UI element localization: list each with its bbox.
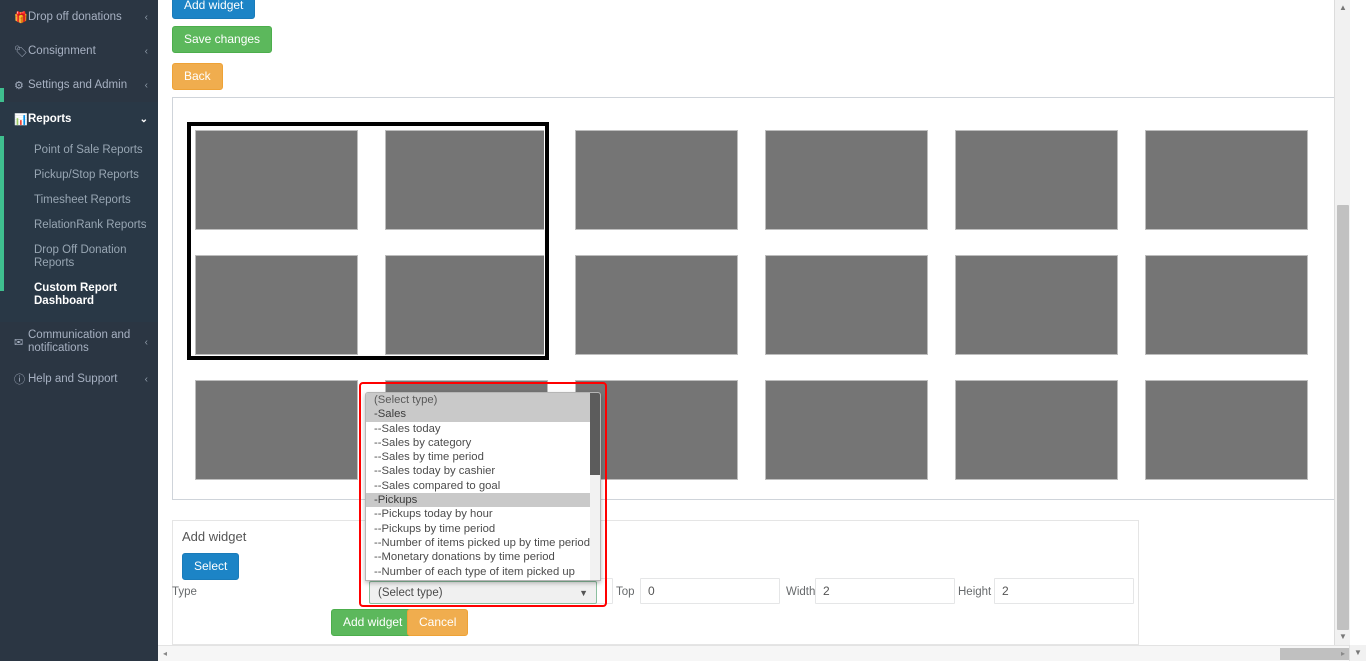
sidebar-navigation: 🎁 Drop off donations ‹ 🏷 Consignment ‹ ⚙… xyxy=(0,0,158,661)
grid-cell[interactable] xyxy=(195,130,358,230)
sidebar-reports-submenu: Point of Sale Reports Pickup/Stop Report… xyxy=(0,136,158,322)
dropdown-option[interactable]: --Sales today xyxy=(366,422,600,436)
grid-cell[interactable] xyxy=(1145,255,1308,355)
vertical-scrollbar[interactable]: ▲ ▼ xyxy=(1334,0,1350,645)
chevron-left-icon: ‹ xyxy=(144,336,148,348)
sidebar-item-drop-off-donations[interactable]: 🎁 Drop off donations ‹ xyxy=(0,0,158,34)
sidebar-item-help-and-support[interactable]: ⓘ Help and Support ‹ xyxy=(0,362,158,396)
sidebar-item-reports[interactable]: 📊 Reports ⌄ xyxy=(0,102,158,136)
top-field-label: Top xyxy=(616,586,635,598)
sidebar-item-label: Communication and notifications xyxy=(28,329,131,354)
sidebar-item-label: Consignment xyxy=(28,45,96,57)
scroll-left-arrow-icon[interactable]: ◂ xyxy=(158,646,172,661)
back-button[interactable]: Back xyxy=(172,63,223,90)
add-widget-form-title: Add widget xyxy=(182,529,247,544)
sidebar-item-relationrank-reports[interactable]: RelationRank Reports xyxy=(0,213,158,238)
grid-cell[interactable] xyxy=(765,130,928,230)
dropdown-option[interactable]: --Sales compared to goal xyxy=(366,479,600,493)
dropdown-option[interactable]: --Pickups today by hour xyxy=(366,507,600,521)
question-circle-icon: ⓘ xyxy=(14,374,25,386)
widget-type-select-value: (Select type) xyxy=(378,586,443,599)
widget-layout-grid-panel xyxy=(172,97,1338,500)
save-changes-button[interactable]: Save changes xyxy=(172,26,273,53)
width-input[interactable] xyxy=(815,578,955,604)
grid-cell[interactable] xyxy=(385,130,548,230)
sidebar-item-drop-off-donation-reports[interactable]: Drop Off Donation Reports xyxy=(0,238,158,276)
widget-grid xyxy=(173,98,1337,499)
main-content: Add widget Save changes Back Add widget … xyxy=(158,0,1350,645)
dropdown-scrollbar-thumb[interactable] xyxy=(590,393,600,475)
height-field-label: Height xyxy=(958,586,992,598)
chevron-left-icon: ‹ xyxy=(144,11,148,23)
top-input[interactable] xyxy=(640,578,780,604)
sidebar-item-timesheet-reports[interactable]: Timesheet Reports xyxy=(0,188,158,213)
sidebar-item-point-of-sale-reports[interactable]: Point of Sale Reports xyxy=(0,138,158,163)
scroll-down-arrow-icon[interactable]: ▼ xyxy=(1335,629,1350,645)
sidebar-item-settings-and-admin[interactable]: ⚙ Settings and Admin ‹ xyxy=(0,68,158,102)
sidebar-item-consignment[interactable]: 🏷 Consignment ‹ xyxy=(0,34,158,68)
grid-cell[interactable] xyxy=(575,130,738,230)
horizontal-scrollbar[interactable]: ◂ ▸ ▼ xyxy=(158,645,1366,661)
application-window: 🎁 Drop off donations ‹ 🏷 Consignment ‹ ⚙… xyxy=(0,0,1366,661)
chevron-left-icon: ‹ xyxy=(144,79,148,91)
grid-cell[interactable] xyxy=(385,255,548,355)
add-widget-button-submit[interactable]: Add widget xyxy=(331,609,415,636)
dropdown-option[interactable]: (Select type) xyxy=(366,393,600,408)
widget-type-select[interactable]: (Select type) ▼ xyxy=(369,581,597,604)
sidebar-item-label: Drop off donations xyxy=(28,11,122,23)
dropdown-option[interactable]: --Number of each type of item picked up xyxy=(366,565,600,579)
chevron-down-icon: ⌄ xyxy=(139,113,148,125)
vertical-scrollbar-thumb[interactable] xyxy=(1337,205,1349,630)
dropdown-option[interactable]: --Number of items picked up by time peri… xyxy=(366,536,600,550)
select-button[interactable]: Select xyxy=(182,553,240,580)
grid-cell[interactable] xyxy=(765,255,928,355)
grid-cell[interactable] xyxy=(955,130,1118,230)
grid-cell[interactable] xyxy=(195,255,358,355)
chevron-down-icon: ▼ xyxy=(579,587,588,598)
sidebar-item-label: Help and Support xyxy=(28,373,118,385)
sidebar-item-label: Reports xyxy=(28,113,72,125)
chevron-left-icon: ‹ xyxy=(144,45,148,57)
type-field-label: Type xyxy=(172,586,197,598)
grid-cell[interactable] xyxy=(955,380,1118,480)
dropdown-scrollbar-track[interactable] xyxy=(590,393,600,580)
sidebar-item-label: Settings and Admin xyxy=(28,79,128,91)
gift-icon: 🎁 xyxy=(14,11,28,24)
grid-cell[interactable] xyxy=(765,380,928,480)
chevron-left-icon: ‹ xyxy=(144,373,148,385)
chart-bar-icon: 📊 xyxy=(14,113,28,126)
scrollbar-corner: ▼ xyxy=(1350,645,1366,661)
dropdown-option[interactable]: --Pickups by time period xyxy=(366,522,600,536)
dropdown-option[interactable]: --Sales by category xyxy=(366,436,600,450)
gear-icon: ⚙ xyxy=(14,79,24,92)
dropdown-options: (Select type) -Sales --Sales today --Sales … xyxy=(366,393,600,579)
sidebar-item-custom-report-dashboard[interactable]: Custom Report Dashboard xyxy=(0,276,158,314)
grid-cell[interactable] xyxy=(195,380,358,480)
envelope-icon: ✉ xyxy=(14,336,24,349)
scroll-right-arrow-icon[interactable]: ▸ xyxy=(1336,646,1350,661)
grid-cell[interactable] xyxy=(575,255,738,355)
tag-icon: 🏷 xyxy=(14,45,28,58)
scroll-up-arrow-icon[interactable]: ▲ xyxy=(1335,0,1350,16)
dropdown-option[interactable]: --Monetary donations by time period xyxy=(366,550,600,564)
width-field-label: Width xyxy=(786,586,816,598)
sidebar-item-pickup-stop-reports[interactable]: Pickup/Stop Reports xyxy=(0,163,158,188)
dropdown-group-label: -Pickups xyxy=(366,493,600,508)
dropdown-option[interactable]: --Sales by time period xyxy=(366,450,600,464)
dropdown-option[interactable]: --Sales today by cashier xyxy=(366,464,600,478)
grid-cell[interactable] xyxy=(955,255,1118,355)
grid-cell[interactable] xyxy=(1145,380,1308,480)
dropdown-group-label: -Sales xyxy=(366,407,600,422)
add-widget-button-top[interactable]: Add widget xyxy=(172,0,256,19)
height-input[interactable] xyxy=(994,578,1134,604)
cancel-button[interactable]: Cancel xyxy=(407,609,469,636)
grid-cell[interactable] xyxy=(1145,130,1308,230)
widget-type-dropdown-list[interactable]: (Select type) -Sales --Sales today --Sales … xyxy=(365,392,601,581)
sidebar-item-communication-and-notifications[interactable]: ✉ Communication and notifications ‹ xyxy=(0,322,158,362)
